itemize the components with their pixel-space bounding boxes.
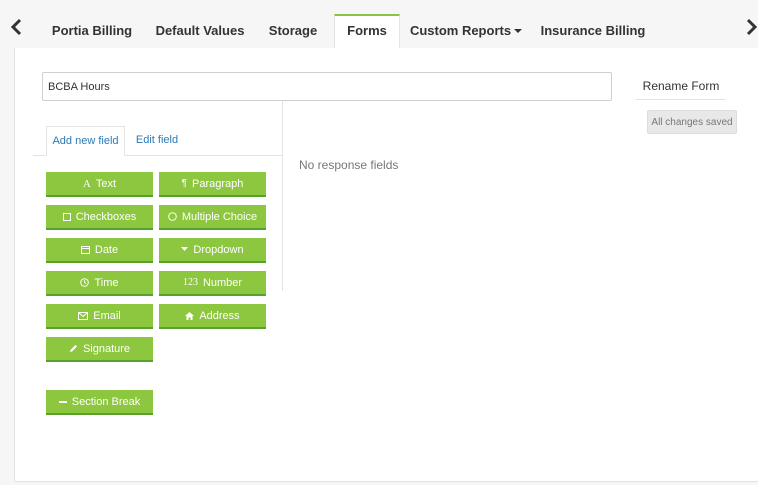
chevron-left-icon[interactable]	[10, 18, 24, 38]
envelope-icon	[78, 311, 89, 320]
radio-circle-icon	[168, 212, 177, 221]
home-icon	[185, 311, 195, 320]
clock-icon	[80, 278, 90, 287]
empty-fields-message: No response fields	[299, 158, 399, 172]
tab-forms[interactable]: Forms	[334, 14, 400, 48]
add-time-field-button[interactable]: Time	[46, 271, 153, 296]
caret-down-icon	[181, 247, 189, 252]
tab-insurance-billing[interactable]: Insurance Billing	[532, 14, 654, 48]
add-paragraph-field-button[interactable]: ¶ Paragraph	[159, 172, 266, 197]
caret-down-icon	[514, 28, 523, 33]
tab-edit-field[interactable]: Edit field	[129, 126, 185, 156]
add-signature-field-button[interactable]: Signature	[46, 337, 153, 362]
add-email-field-button[interactable]: Email	[46, 304, 153, 329]
add-address-field-button[interactable]: Address	[159, 304, 266, 329]
column-divider	[282, 101, 283, 291]
rename-form-button[interactable]: Rename Form	[636, 72, 726, 100]
tab-portia-billing[interactable]: Portia Billing	[40, 14, 144, 48]
tab-add-new-field[interactable]: Add new field	[46, 126, 125, 156]
checkbox-icon	[62, 212, 71, 221]
add-section-break-button[interactable]: Section Break	[46, 390, 153, 415]
font-icon: A	[82, 177, 91, 190]
add-text-field-button[interactable]: A Text	[46, 172, 153, 197]
calendar-icon	[80, 245, 90, 254]
minus-icon	[58, 400, 67, 403]
add-dropdown-field-button[interactable]: Dropdown	[159, 238, 266, 263]
add-date-field-button[interactable]: Date	[46, 238, 153, 263]
form-name-input[interactable]	[42, 72, 612, 101]
add-multiple-choice-field-button[interactable]: Multiple Choice	[159, 205, 266, 230]
tab-storage[interactable]: Storage	[256, 14, 330, 48]
tab-custom-reports[interactable]: Custom Reports	[404, 14, 528, 48]
chevron-right-icon[interactable]	[746, 18, 758, 38]
number-icon: 123	[182, 277, 198, 288]
tab-default-values[interactable]: Default Values	[148, 14, 252, 48]
pilcrow-icon: ¶	[181, 178, 187, 189]
add-checkboxes-field-button[interactable]: Checkboxes	[46, 205, 153, 230]
pencil-icon	[69, 344, 78, 353]
add-number-field-button[interactable]: 123 Number	[159, 271, 266, 296]
top-tab-bar: Portia Billing Default Values Storage Fo…	[0, 0, 758, 48]
save-status-button: All changes saved	[647, 110, 737, 134]
